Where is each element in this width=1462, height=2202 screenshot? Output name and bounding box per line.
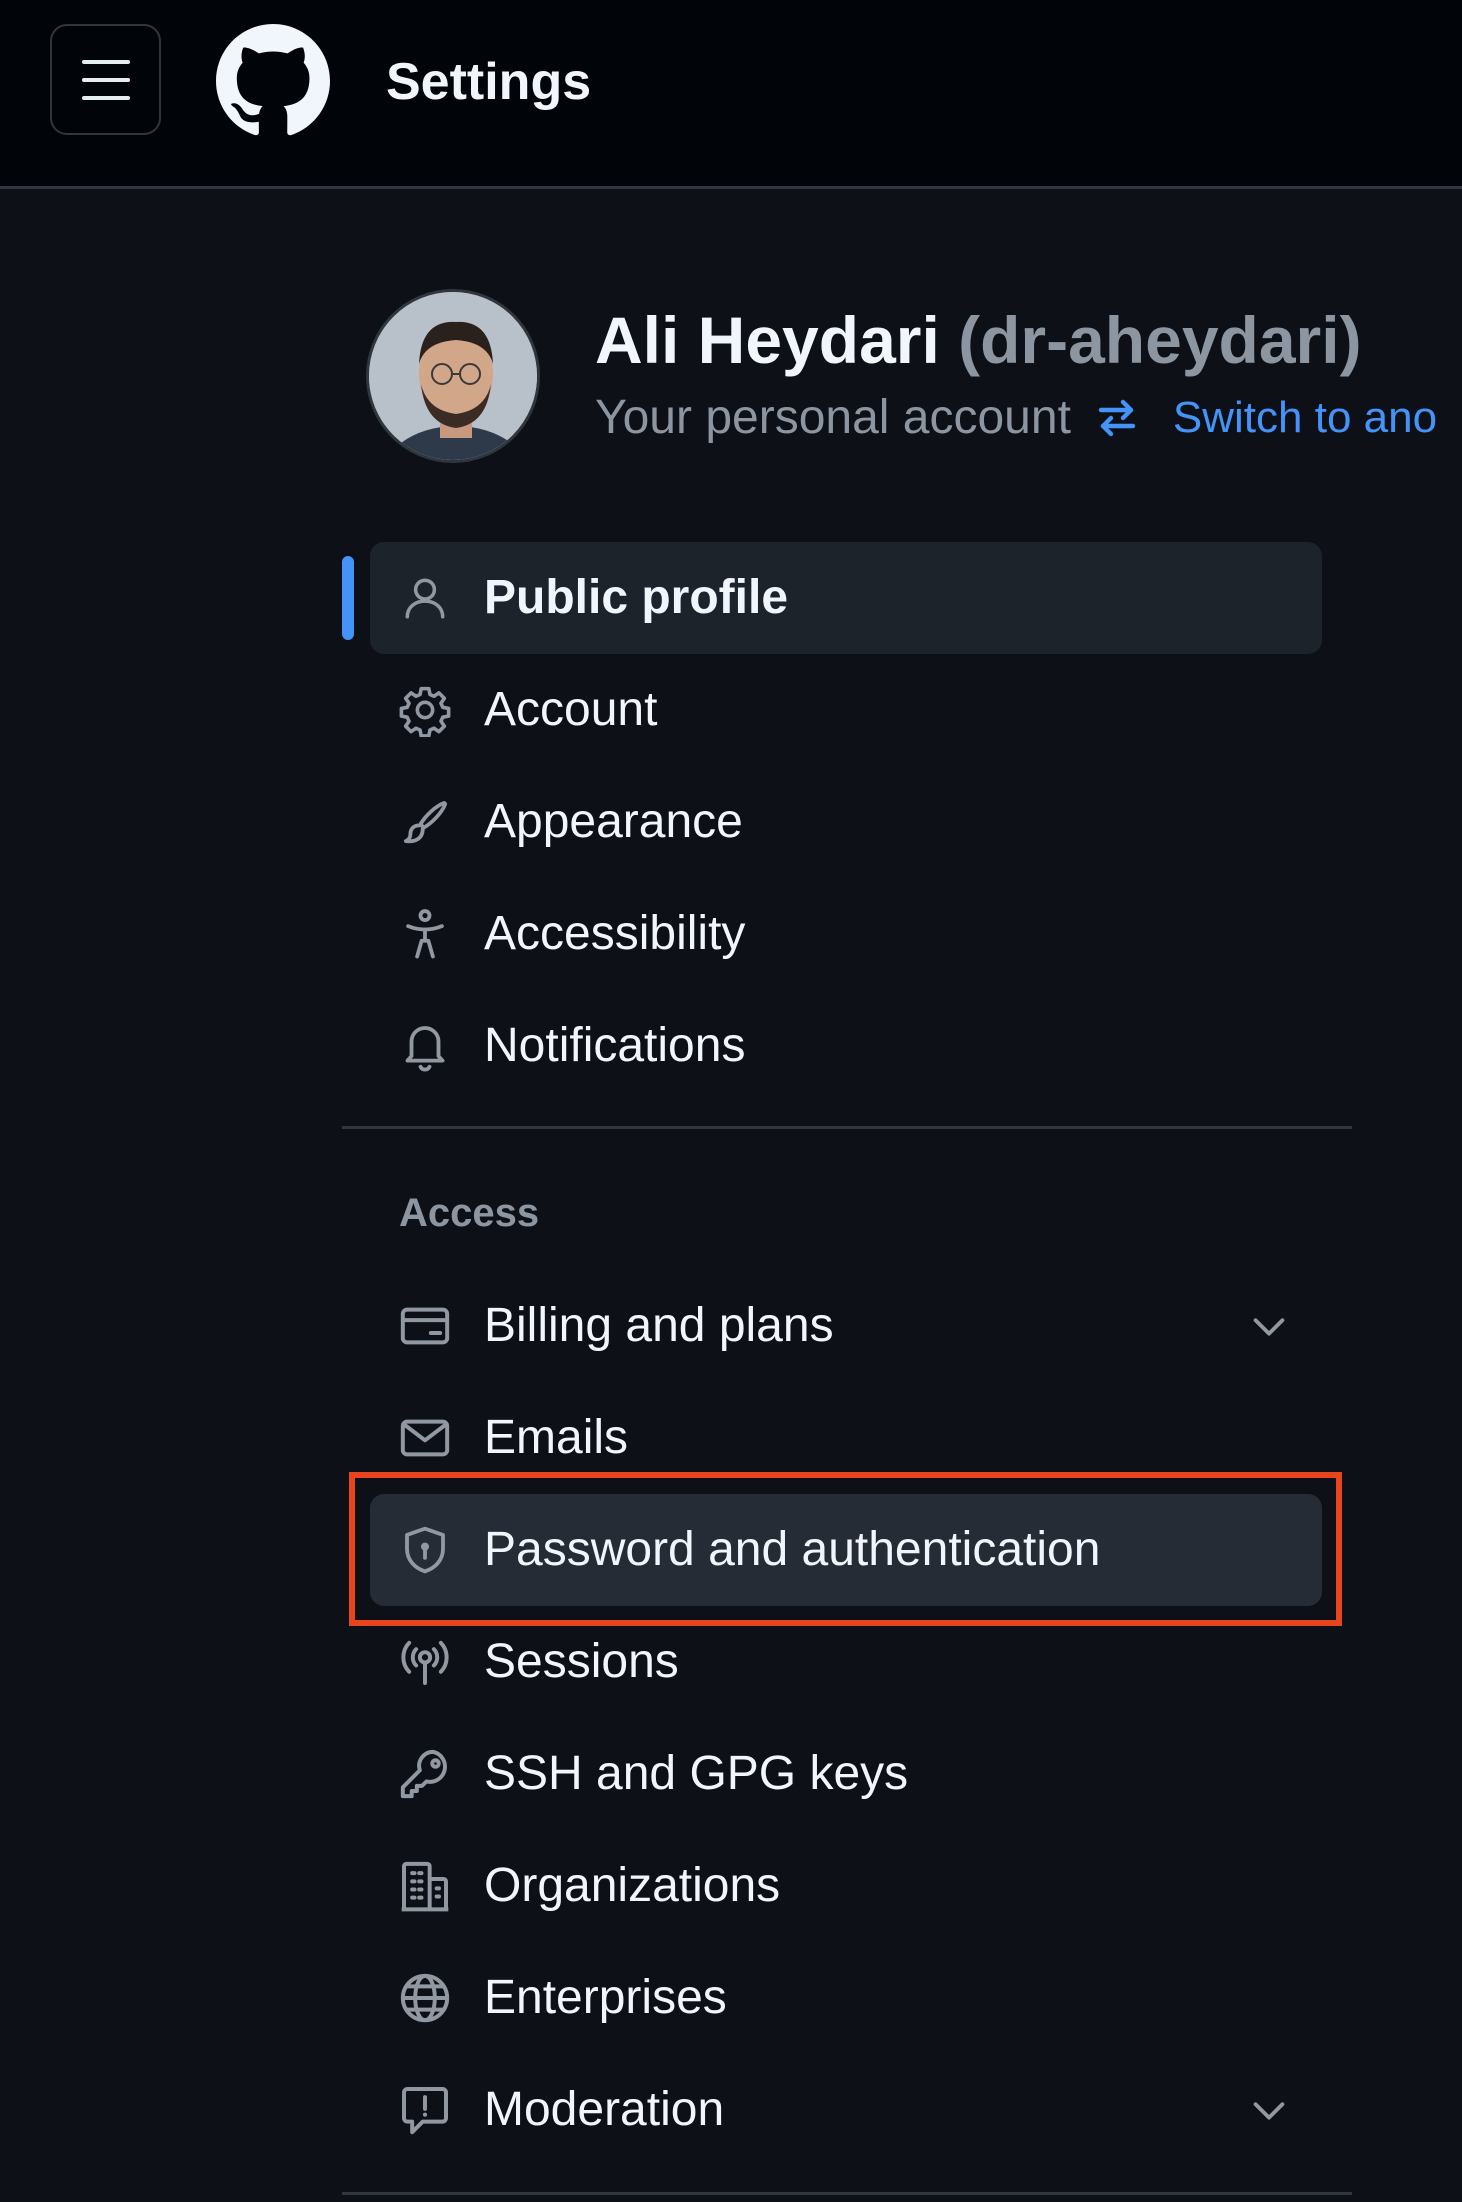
arrow-switch-icon[interactable] [1093, 394, 1141, 442]
github-logo-icon[interactable] [216, 24, 330, 138]
globe-icon [396, 1969, 454, 2027]
page-title: Settings [386, 53, 592, 111]
nav-item-label: SSH and GPG keys [484, 1747, 909, 1800]
nav-divider [342, 1126, 1352, 1129]
bell-icon [396, 1017, 454, 1075]
nav-item-label: Enterprises [484, 1971, 727, 2024]
gear-icon [396, 681, 454, 739]
nav-item-label: Billing and plans [484, 1299, 834, 1352]
nav-item-label: Account [484, 683, 658, 736]
nav-item-ssh-gpg-keys[interactable]: SSH and GPG keys [370, 1718, 1322, 1830]
nav-item-label: Public profile [484, 571, 789, 624]
nav-item-label: Organizations [484, 1859, 781, 1912]
nav-item-label: Emails [484, 1411, 629, 1464]
nav-item-label: Moderation [484, 2083, 725, 2136]
nav-item-label: Accessibility [484, 907, 746, 960]
avatar[interactable] [366, 289, 540, 463]
account-type-label: Your personal account [595, 391, 1071, 444]
hamburger-icon [81, 59, 130, 100]
profile-display-name: Ali Heydari [595, 303, 940, 377]
nav-item-enterprises[interactable]: Enterprises [370, 1942, 1322, 2054]
nav-item-public-profile[interactable]: Public profile [370, 542, 1322, 654]
broadcast-icon [396, 1633, 454, 1691]
nav-item-notifications[interactable]: Notifications [370, 990, 1322, 1102]
credit-card-icon [396, 1297, 454, 1355]
nav-item-label: Appearance [484, 795, 743, 848]
nav-item-organizations[interactable]: Organizations [370, 1830, 1322, 1942]
accessibility-icon [396, 905, 454, 963]
chevron-down-icon[interactable] [1246, 1303, 1292, 1349]
profile-subtitle-row: Your personal account Switch to ano [595, 388, 1437, 448]
active-item-indicator [342, 556, 354, 640]
switch-account-link[interactable]: Switch to ano [1173, 388, 1437, 448]
profile-login: (dr-aheydari) [958, 303, 1362, 377]
profile-name: Ali Heydari (dr-aheydari) [595, 300, 1362, 380]
nav-item-billing[interactable]: Billing and plans [370, 1270, 1322, 1382]
nav-item-label: Sessions [484, 1635, 679, 1688]
nav-item-moderation[interactable]: Moderation [370, 2054, 1322, 2166]
nav-divider-bottom [342, 2192, 1352, 2195]
key-icon [396, 1745, 454, 1803]
access-section-heading: Access [399, 1191, 540, 1235]
person-icon [396, 569, 454, 627]
nav-item-appearance[interactable]: Appearance [370, 766, 1322, 878]
settings-page: Settings Ali Heydari (dr-aheydari) Your … [0, 0, 1462, 2202]
nav-item-account[interactable]: Account [370, 654, 1322, 766]
mail-icon [396, 1409, 454, 1467]
menu-button[interactable] [50, 24, 161, 135]
report-icon [396, 2081, 454, 2139]
highlight-box [349, 1472, 1342, 1626]
paintbrush-icon [396, 793, 454, 851]
organization-icon [396, 1857, 454, 1915]
nav-item-accessibility[interactable]: Accessibility [370, 878, 1322, 990]
top-bar: Settings [0, 0, 1462, 189]
nav-item-label: Notifications [484, 1019, 746, 1072]
chevron-down-icon[interactable] [1246, 2087, 1292, 2133]
